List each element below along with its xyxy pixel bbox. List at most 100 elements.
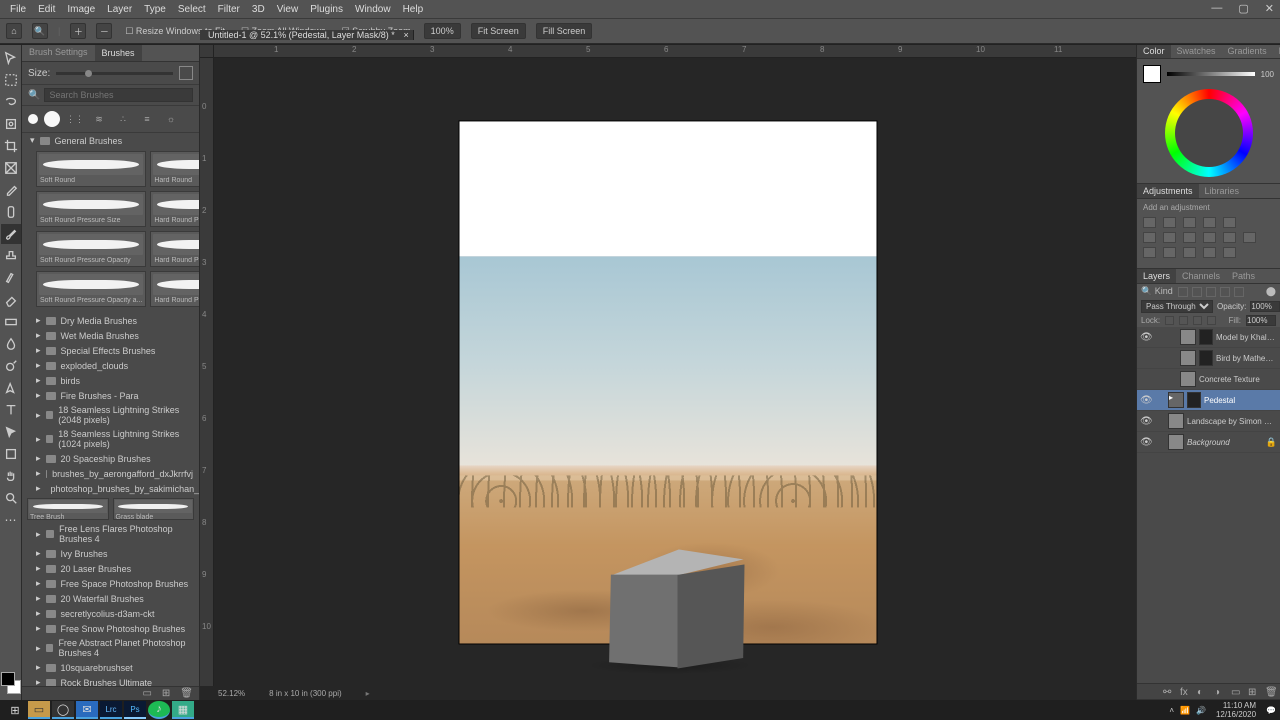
lock-artboard-icon[interactable] [1193,316,1202,325]
document-tab[interactable]: Untitled-1 @ 52.1% (Pedestal, Layer Mask… [200,30,414,40]
zoom-100-button[interactable]: 100% [424,23,461,39]
adj-colorbalance-icon[interactable] [1163,232,1176,243]
filter-type-icon[interactable] [1206,287,1216,297]
filter-pixel-icon[interactable] [1178,287,1188,297]
document-canvas[interactable] [460,121,877,643]
adj-vibrance-icon[interactable] [1223,217,1236,228]
tab-libraries[interactable]: Libraries [1199,184,1246,198]
object-select-tool[interactable] [1,114,21,134]
zoom-out-icon[interactable]: － [96,23,112,39]
new-fill-icon[interactable]: ◑ [1214,687,1224,697]
adj-invert-icon[interactable] [1143,247,1156,258]
brush-search-input[interactable] [44,88,193,102]
shape-tool[interactable] [1,444,21,464]
preset-icon[interactable] [44,111,60,127]
brush-size-slider[interactable] [56,72,173,75]
delete-brush-icon[interactable]: 🗑 [180,688,193,699]
healing-tool[interactable] [1,202,21,222]
brush-tile[interactable]: Hard Round Pressure Opacity... [150,271,199,307]
brush-tile[interactable]: Soft Round Pressure Size [36,191,146,227]
marquee-tool[interactable] [1,70,21,90]
taskbar-spotify[interactable]: ♪ [148,701,170,719]
fill-screen-button[interactable]: Fill Screen [536,23,593,39]
pen-tool[interactable] [1,378,21,398]
brush-folder[interactable]: ▸ 18 Seamless Lightning Strikes (1024 pi… [22,427,199,451]
preset-icon[interactable]: ≋ [90,110,108,128]
layer-row[interactable]: 👁Landscape by Simon Maisch [1137,411,1280,432]
home-icon[interactable]: ⌂ [6,23,22,39]
adj-posterize-icon[interactable] [1163,247,1176,258]
maximize-button[interactable]: ▢ [1234,2,1252,15]
brush-folder[interactable]: ▸ secretlycolius-d3am-ckt [22,606,199,621]
layer-row[interactable]: Concrete Texture [1137,369,1280,390]
fg-bg-swatch[interactable] [1,672,21,694]
tab-gradients[interactable]: Gradients [1222,44,1273,58]
menu-image[interactable]: Image [61,4,101,15]
layer-filter-kind[interactable]: 🔍 Kind [1141,286,1173,297]
menu-edit[interactable]: Edit [32,4,61,15]
edit-toolbar[interactable]: ⋯ [1,510,21,530]
adj-curves-icon[interactable] [1183,217,1196,228]
type-tool[interactable] [1,400,21,420]
color-swatch[interactable] [1143,65,1161,83]
brush-folder[interactable]: ▸ Fire Brushes - Para [22,388,199,403]
menu-type[interactable]: Type [138,4,172,15]
start-button[interactable]: ⊞ [4,701,26,719]
taskbar-mail[interactable]: ✉ [76,701,98,719]
layer-visibility-icon[interactable] [1140,374,1150,385]
new-brush-preview[interactable] [179,66,193,80]
layer-list[interactable]: 👁Model by Khaled Ghareeb Bird by Mathew … [1137,327,1280,683]
fill-input[interactable] [1246,315,1276,326]
doc-info-readout[interactable]: 8 in x 10 in (300 ppi) [269,689,342,698]
brush-folder[interactable]: ▸ Free Space Photoshop Brushes [22,576,199,591]
zoom-tool-icon[interactable]: 🔍 [32,23,48,39]
brush-tile[interactable]: Hard Round [150,151,199,187]
brightness-slider[interactable] [1167,72,1255,76]
crop-tool[interactable] [1,136,21,156]
color-value[interactable]: 100 [1261,70,1274,79]
lock-pixels-icon[interactable] [1165,316,1174,325]
menu-select[interactable]: Select [172,4,212,15]
zoom-readout[interactable]: 52.12% [218,689,245,698]
layer-row[interactable]: Bird by Mathew Schwartz [1137,348,1280,369]
new-brush-icon[interactable]: ⊞ [162,688,170,699]
zoom-in-icon[interactable]: ＋ [70,23,86,39]
tab-swatches[interactable]: Swatches [1171,44,1222,58]
layer-visibility-icon[interactable]: 👁 [1140,395,1150,406]
brush-folder[interactable]: ▸ Wet Media Brushes [22,328,199,343]
new-layer-icon[interactable]: ⊞ [1248,687,1258,697]
brush-tile[interactable]: Soft Round Pressure Opacity a... [36,271,146,307]
tray-notifications-icon[interactable]: 💬 [1266,706,1276,715]
brush-tile[interactable]: Hard Round Pressure Size [150,191,199,227]
hue-wheel[interactable] [1165,89,1253,177]
brush-tile[interactable]: Hard Round Pressure Opacity [150,231,199,267]
taskbar-explorer[interactable]: ▭ [28,701,50,719]
brush-tile[interactable]: Soft Round [36,151,146,187]
brush-folder[interactable]: ▸ exploded_clouds [22,358,199,373]
menu-help[interactable]: Help [397,4,430,15]
filter-toggle[interactable]: ⬤ [1266,286,1276,297]
new-group-icon[interactable]: ▭ [1231,687,1241,697]
gradient-tool[interactable] [1,312,21,332]
adj-gradientmap-icon[interactable] [1203,247,1216,258]
canvas-area[interactable]: 1234567891011 012345678910 52.12% 8 in x… [200,44,1136,700]
brush-folder[interactable]: ▸ birds [22,373,199,388]
brush-tool[interactable] [1,224,21,244]
layer-visibility-icon[interactable] [1140,353,1150,364]
close-button[interactable]: ✕ [1261,2,1278,15]
preset-icon[interactable] [28,114,38,124]
tray-wifi-icon[interactable]: 📶 [1180,706,1190,715]
filter-adj-icon[interactable] [1192,287,1202,297]
tab-paths[interactable]: Paths [1226,269,1261,283]
preset-icon[interactable]: ☼ [162,110,180,128]
brush-folder[interactable]: ▸ 20 Laser Brushes [22,561,199,576]
lock-position-icon[interactable] [1179,316,1188,325]
adj-hsl-icon[interactable] [1143,232,1156,243]
link-layers-icon[interactable]: ⚯ [1163,687,1173,697]
preset-icon[interactable]: ≡ [138,110,156,128]
adj-channelmix-icon[interactable] [1223,232,1236,243]
opacity-input[interactable] [1250,301,1280,312]
brush-folder[interactable]: ▸ Special Effects Brushes [22,343,199,358]
tab-adjustments[interactable]: Adjustments [1137,184,1199,198]
layer-row[interactable]: 👁Model by Khaled Ghareeb [1137,327,1280,348]
